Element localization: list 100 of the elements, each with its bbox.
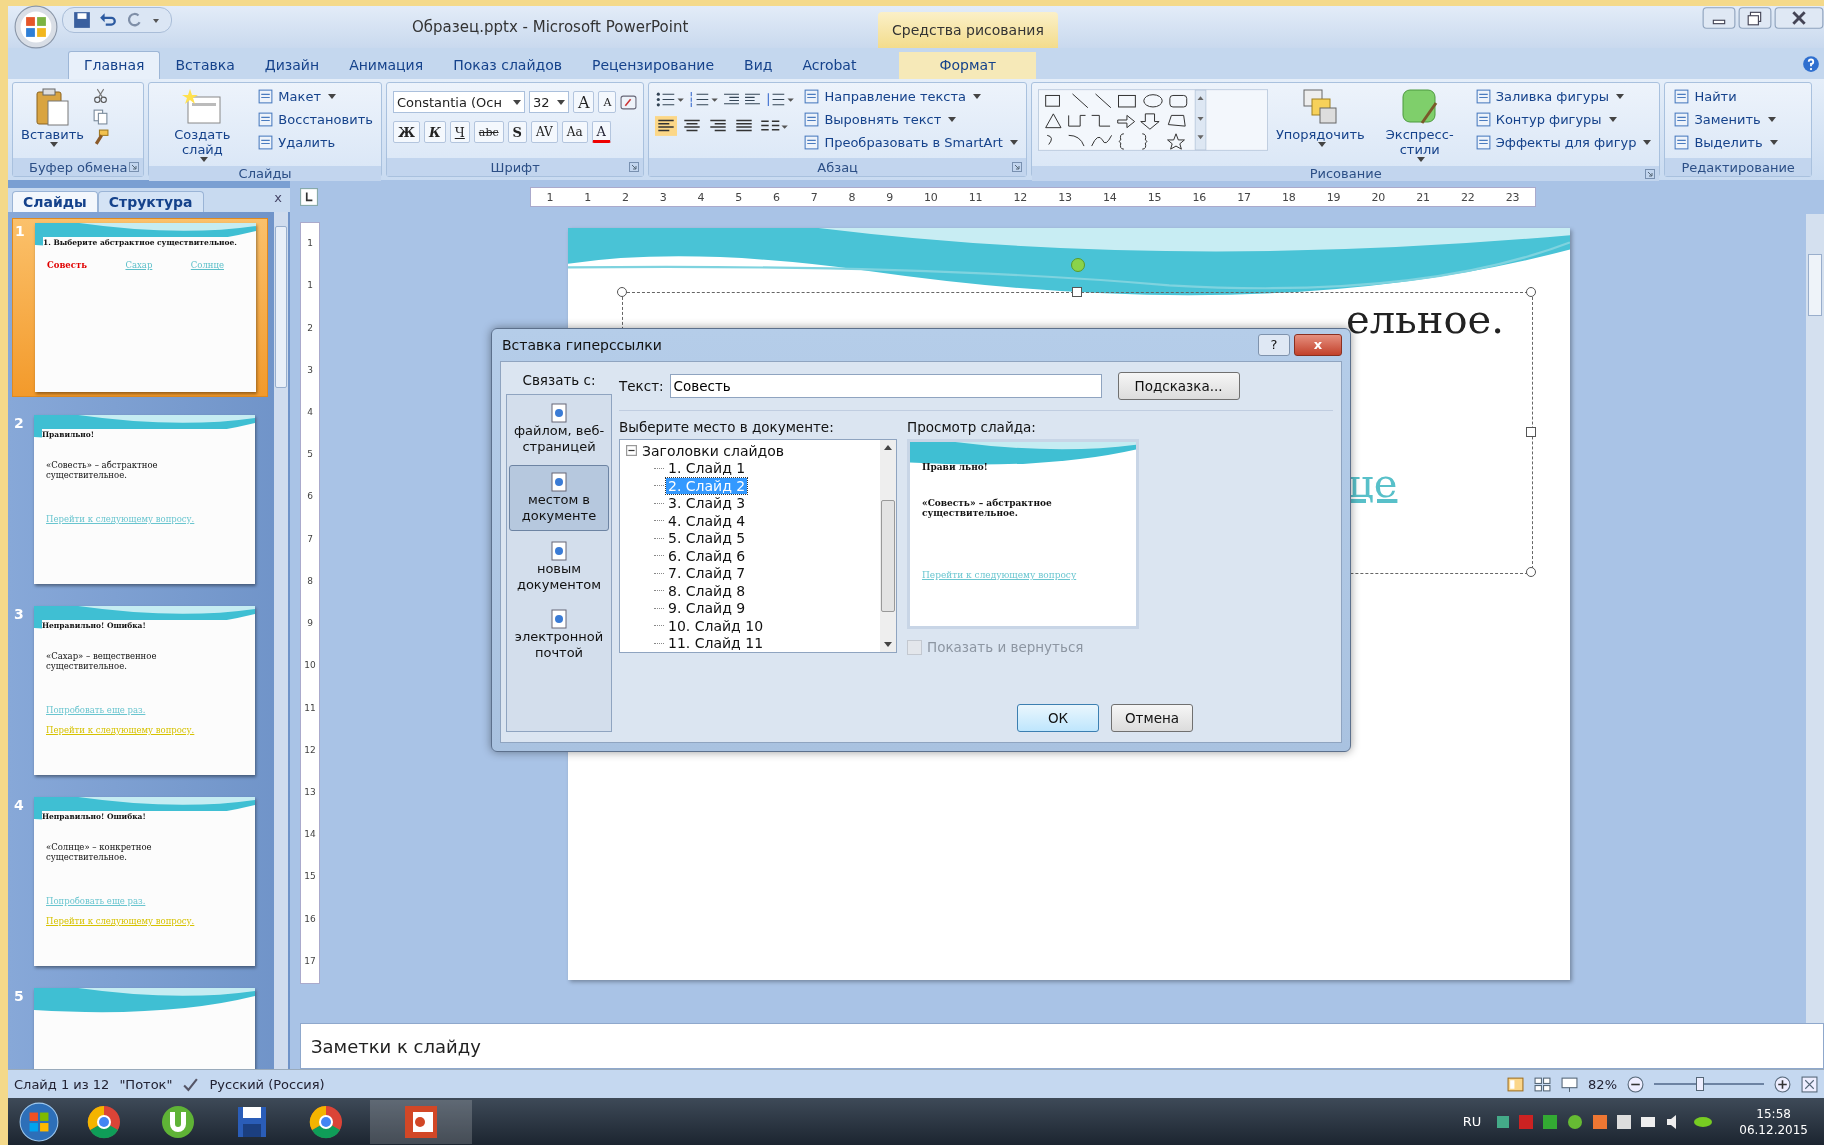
format-button[interactable]: S	[507, 121, 527, 143]
undo-icon[interactable]	[99, 11, 117, 29]
redo-icon[interactable]	[125, 11, 143, 29]
ribbon-button[interactable]: Восстановить	[255, 110, 375, 129]
format-button[interactable]: AV	[531, 121, 558, 143]
format-button[interactable]: К	[423, 121, 446, 143]
ribbon-tab[interactable]: Формат	[899, 52, 1037, 79]
zoom-out-icon[interactable]	[1627, 1075, 1644, 1093]
resize-handle[interactable]	[1526, 287, 1536, 297]
format-button[interactable]: abc	[473, 121, 504, 143]
align-button[interactable]	[655, 116, 678, 136]
ribbon-button[interactable]: Макет	[255, 87, 375, 106]
scroll-up-icon[interactable]	[884, 445, 892, 450]
line-spacing-icon[interactable]	[765, 91, 796, 108]
ribbon-tab[interactable]: Acrobat	[787, 52, 872, 79]
ribbon-button[interactable]: Выделить	[1671, 133, 1780, 152]
tree-item[interactable]: 6. Слайд 6	[666, 547, 748, 564]
scrollbar[interactable]	[1806, 214, 1824, 1023]
tab-stop-icon[interactable]	[300, 188, 318, 206]
ribbon-tab[interactable]: Главная	[68, 51, 161, 79]
format-button[interactable]: Ч	[449, 121, 470, 143]
resize-handle[interactable]	[1072, 287, 1082, 297]
tree-item[interactable]: 3. Слайд 3	[666, 495, 748, 512]
ribbon-button[interactable]: Экспресс-стили	[1372, 85, 1467, 164]
link-target-button[interactable]: электронной почтой	[509, 603, 609, 667]
slider-thumb[interactable]	[1696, 1077, 1705, 1091]
resize-handle[interactable]	[617, 287, 627, 297]
text-field[interactable]: Совесть	[669, 374, 1102, 398]
tree-item[interactable]: 7. Слайд 7	[666, 565, 748, 582]
dialog-launcher-icon[interactable]	[629, 162, 640, 172]
tree-item[interactable]: 1. Слайд 1	[666, 460, 748, 477]
ribbon-button[interactable]: Преобразовать в SmartArt	[801, 133, 1020, 152]
dialog-button[interactable]: ОК	[1017, 704, 1099, 732]
ribbon-button[interactable]: Упорядочить	[1273, 85, 1367, 149]
office-button[interactable]	[14, 5, 58, 49]
format-button[interactable]: A	[591, 121, 611, 143]
normal-view-icon[interactable]	[1507, 1075, 1525, 1093]
ribbon-tab[interactable]: Вид	[729, 52, 788, 79]
minimize-button[interactable]	[1702, 6, 1736, 30]
ribbon-button[interactable]: Заливка фигуры	[1472, 87, 1654, 106]
ribbon-tab[interactable]: Рецензирование	[577, 52, 730, 79]
collapse-toggle[interactable]	[626, 445, 637, 457]
scroll-down-icon[interactable]	[884, 642, 892, 647]
horizontal-ruler[interactable]: 1 1 2 3 4 5 6 7 8 9 10 11 12 13 14 15 16 17 18 19 20 21 22 23	[530, 187, 1536, 207]
presentation-icon[interactable]	[370, 1099, 472, 1144]
tree-item[interactable]: 4. Слайд 4	[666, 512, 748, 529]
shape-gallery[interactable]	[1037, 89, 1268, 151]
ribbon-button[interactable]: Заменить	[1671, 110, 1780, 129]
scissors-icon[interactable]	[91, 87, 109, 104]
language-label[interactable]: Русский (Россия)	[209, 1076, 325, 1092]
font-name-field[interactable]: Constantia (Осн	[392, 91, 525, 113]
bullets-icon[interactable]	[655, 91, 686, 108]
tree-item[interactable]: 11. Слайд 11	[666, 635, 766, 652]
font-size-button[interactable]: A	[598, 91, 617, 113]
save-icon[interactable]	[73, 11, 91, 29]
restore-button[interactable]	[1738, 6, 1772, 30]
dialog-launcher-icon[interactable]	[1645, 168, 1656, 179]
start-button[interactable]	[18, 1100, 60, 1143]
ribbon-tab[interactable]: Анимация	[334, 52, 439, 79]
ribbon-tab[interactable]: Показ слайдов	[438, 52, 577, 79]
close-button[interactable]: x	[274, 190, 282, 205]
language-indicator[interactable]: RU	[1462, 1114, 1482, 1129]
ribbon-button[interactable]: Направление текста	[801, 87, 1020, 106]
link-target-button[interactable]: местом в документе	[509, 465, 609, 531]
zoom-in-icon[interactable]	[1774, 1075, 1791, 1093]
notes-field[interactable]: Заметки к слайду	[300, 1023, 1824, 1069]
link-target-button[interactable]: новым документом	[509, 535, 609, 599]
font-size-button[interactable]: A	[572, 91, 595, 113]
ribbon-button[interactable]: Удалить	[255, 133, 375, 152]
ribbon-button[interactable]: Найти	[1671, 87, 1780, 106]
ribbon-tab[interactable]: Дизайн	[249, 52, 335, 79]
close-button[interactable]: x	[1294, 334, 1342, 356]
font-size-field[interactable]: 32	[528, 91, 569, 113]
copy-icon[interactable]	[91, 108, 109, 125]
tree-item[interactable]: Заголовки слайдов	[640, 442, 787, 459]
tree-item[interactable]: 5. Слайд 5	[666, 530, 748, 547]
hint-button[interactable]: Подсказка...	[1117, 372, 1240, 400]
ribbon-button[interactable]: Выровнять текст	[801, 110, 1020, 129]
dialog-button[interactable]: Отмена	[1111, 704, 1193, 732]
resize-handle[interactable]	[1526, 427, 1536, 437]
help-icon[interactable]	[1802, 55, 1820, 73]
ribbon-button[interactable]: Вставить	[19, 85, 86, 149]
scrollbar[interactable]	[274, 212, 288, 1069]
numbering-icon[interactable]	[689, 91, 720, 108]
ribbon-button[interactable]: Контур фигуры	[1472, 110, 1654, 129]
clear-format-icon[interactable]	[620, 93, 638, 111]
format-button[interactable]: Ж	[392, 121, 420, 143]
help-button[interactable]: ?	[1258, 334, 1290, 356]
vertical-ruler[interactable]: 1 1 2 3 4 5 6 7 8 9 10 11 12 13 14 15 16 17	[300, 222, 320, 984]
zoom-level[interactable]: 82%	[1588, 1076, 1617, 1092]
link-target-button[interactable]: файлом, веб-страницей	[509, 397, 609, 461]
scrollbar[interactable]	[880, 440, 896, 652]
slideshow-icon[interactable]	[1561, 1075, 1579, 1093]
tree-item[interactable]: 9. Слайд 9	[666, 600, 748, 617]
close-button[interactable]	[1774, 6, 1824, 30]
ribbon-tab[interactable]: Вставка	[160, 52, 250, 79]
tree-item[interactable]: 8. Слайд 8	[666, 582, 748, 599]
panel-tab[interactable]: Слайды	[12, 191, 98, 212]
fit-window-icon[interactable]	[1801, 1075, 1818, 1093]
ribbon-button[interactable]: Создать слайд	[155, 85, 250, 164]
